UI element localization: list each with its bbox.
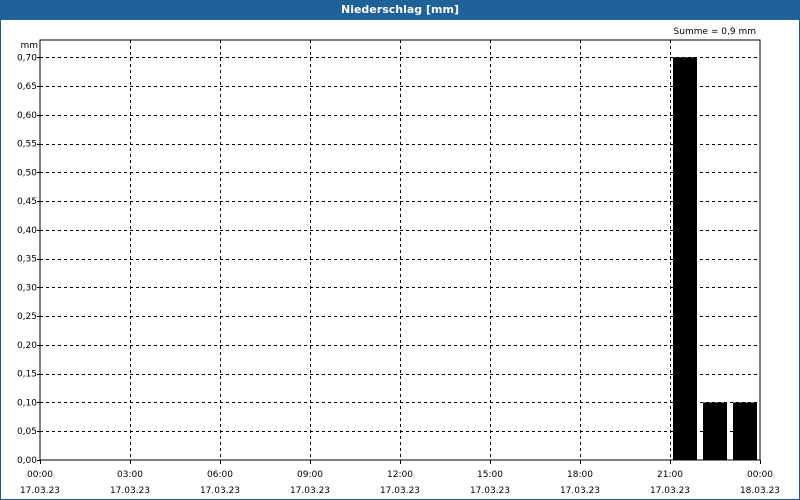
- x-tick-time-label: 00:00: [747, 470, 773, 480]
- x-tick-time-label: 21:00: [657, 470, 683, 480]
- bar: [703, 402, 727, 460]
- y-tick-label: 0,30: [17, 283, 37, 293]
- x-tick-date-label: 17.03.23: [380, 486, 420, 496]
- bar: [733, 402, 757, 460]
- x-tick-time-label: 03:00: [117, 470, 143, 480]
- y-tick-label: 0,45: [17, 197, 37, 207]
- x-axis-ticks: 00:00 17.03.23 03:00 17.03.23 06:00 17.03.23 0…: [20, 460, 780, 496]
- y-tick-label: 0,35: [17, 255, 37, 265]
- y-tick-label: 0,10: [17, 398, 37, 408]
- x-tick-time-label: 06:00: [207, 470, 233, 480]
- x-tick-date-label: 17.03.23: [200, 486, 240, 496]
- y-tick-label: 0,05: [17, 427, 37, 437]
- x-tick-date-label: 17.03.23: [110, 486, 150, 496]
- x-tick-date-label: 17.03.23: [290, 486, 330, 496]
- x-tick-time-label: 12:00: [387, 470, 413, 480]
- x-tick-time-label: 18:00: [567, 470, 593, 480]
- y-tick-label: 0,00: [17, 456, 37, 466]
- y-tick-label: 0,15: [17, 370, 37, 380]
- grid: [40, 40, 760, 460]
- x-tick-date-label: 17.03.23: [650, 486, 690, 496]
- x-tick-date-label: 17.03.23: [560, 486, 600, 496]
- y-axis-unit-label: mm: [20, 41, 38, 51]
- y-axis-ticks: 0,00 0,05 0,10 0,15 0,20 0,25 0,30 0,35 0,40 0,45…: [17, 53, 40, 466]
- y-tick-label: 0,20: [17, 341, 37, 351]
- x-tick-date-label: 17.03.23: [470, 486, 510, 496]
- y-tick-label: 0,65: [17, 82, 37, 92]
- y-tick-label: 0,60: [17, 111, 37, 121]
- x-tick-time-label: 15:00: [477, 470, 503, 480]
- y-tick-label: 0,40: [17, 226, 37, 236]
- bars: [673, 57, 757, 460]
- x-tick-date-label: 17.03.23: [20, 486, 60, 496]
- x-tick-time-label: 09:00: [297, 470, 323, 480]
- sum-label: Summe = 0,9 mm: [674, 27, 756, 37]
- precipitation-chart: 0,00 0,05 0,10 0,15 0,20 0,25 0,30 0,35 0,40 0,45…: [17, 27, 780, 496]
- y-tick-label: 0,70: [17, 53, 37, 63]
- bar: [673, 57, 697, 460]
- x-tick-date-label: 18.03.23: [740, 486, 780, 496]
- y-tick-label: 0,55: [17, 140, 37, 150]
- y-tick-label: 0,50: [17, 168, 37, 178]
- x-tick-time-label: 00:00: [27, 470, 53, 480]
- y-tick-label: 0,25: [17, 312, 37, 322]
